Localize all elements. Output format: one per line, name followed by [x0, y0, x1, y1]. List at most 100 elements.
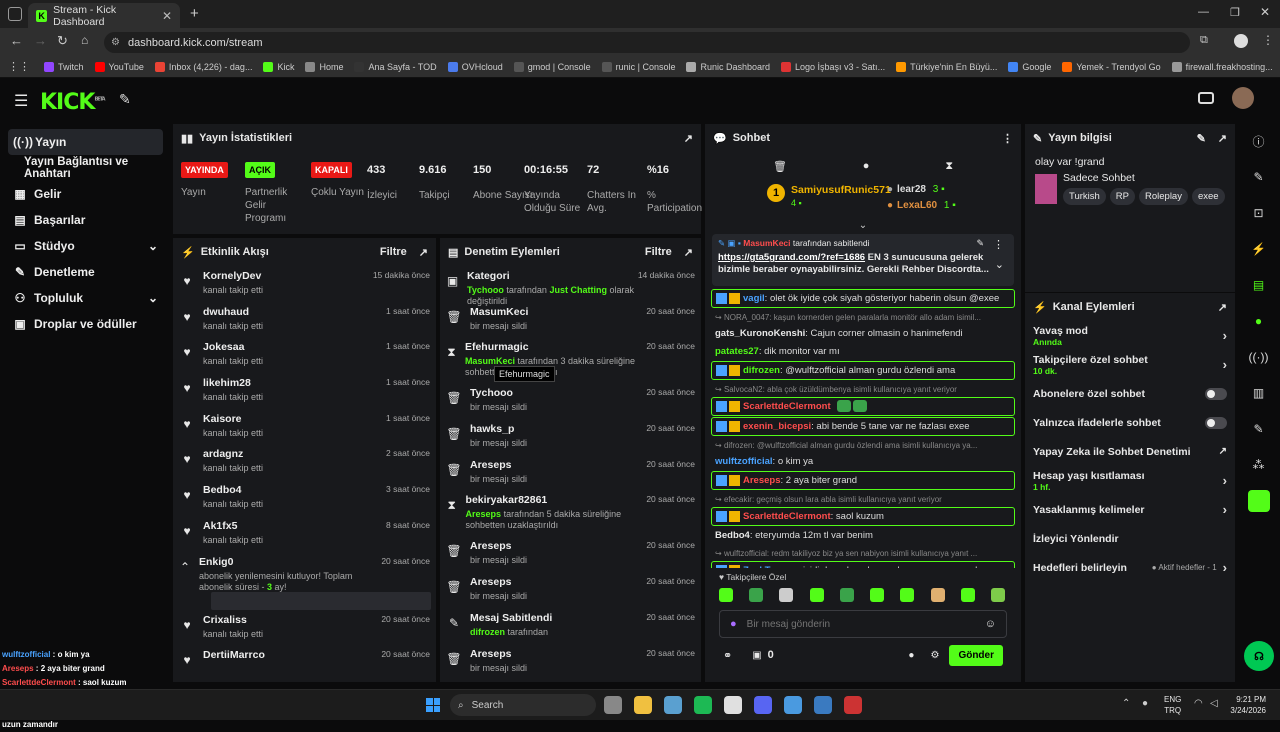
- emote-icon[interactable]: [930, 588, 945, 602]
- tag-chip[interactable]: Roleplay: [1139, 188, 1188, 205]
- chat-message[interactable]: wulftzofficial: o kim ya: [711, 453, 1015, 470]
- channel-action-item[interactable]: İzleyici Yönlendir: [1025, 524, 1235, 553]
- emote-icon[interactable]: [809, 588, 824, 602]
- chat-message[interactable]: ZackTysonn: iyidir ben de nolsun yoksun …: [711, 561, 1015, 568]
- bookmark-item[interactable]: Logo İşbaşı v3 - Satı...: [781, 61, 885, 72]
- dots-icon[interactable]: ⁂: [1237, 447, 1280, 483]
- chat-message[interactable]: ScarlettdeClermont: [711, 397, 1015, 416]
- channel-action-item[interactable]: Yasaklanmış kelimeler ›: [1025, 495, 1235, 524]
- bookmark-item[interactable]: Kick: [263, 61, 294, 72]
- chat-message-input[interactable]: [746, 618, 985, 630]
- tray-chevron-icon[interactable]: ⌃: [1122, 698, 1130, 709]
- bookmark-item[interactable]: firewall.freakhosting...: [1171, 61, 1273, 72]
- document-icon[interactable]: ▤: [1237, 267, 1280, 303]
- list-item[interactable]: 🗑 Areseps bir mesajı sildi 20 saat önce: [446, 455, 695, 491]
- points-icon[interactable]: ⚭: [723, 649, 732, 662]
- chat-settings-bubble-icon[interactable]: ●: [908, 650, 914, 661]
- channel-action-item[interactable]: Yapay Zeka ile Sohbet Denetimi ↗: [1025, 437, 1235, 466]
- chest-icon[interactable]: ▣: [752, 650, 761, 661]
- bookmark-item[interactable]: Türkiye'nin En Büyü...: [896, 61, 997, 72]
- hourglass-icon[interactable]: ⧗: [945, 160, 953, 173]
- list-item[interactable]: ♥ Jokesaa kanalı takip etti 1 saat önce: [179, 337, 430, 373]
- green-app-icon[interactable]: [1237, 483, 1280, 519]
- list-item[interactable]: ✎ Mesaj Sabitlendi difrozen tarafından 20 s…: [446, 608, 695, 644]
- pinned-message[interactable]: ✎ ▣ ▪ MasumKeci tarafından sabitlendi ✎ ⋮ ⌄…: [712, 234, 1014, 286]
- wrench-icon[interactable]: ✎: [1237, 411, 1280, 447]
- restore-icon[interactable]: ❐: [1230, 6, 1240, 19]
- list-item[interactable]: 🗑 Areseps bir mesajı sildi 20 saat önce: [446, 536, 695, 572]
- emote-icon[interactable]: [990, 588, 1005, 602]
- browser-menu-icon[interactable]: ⋮: [1262, 33, 1274, 47]
- list-item[interactable]: ⌃ Enkig0 abonelik yenilemesini kutluyor! T…: [179, 552, 431, 610]
- spotify-icon[interactable]: [694, 696, 712, 714]
- language-indicator[interactable]: ENG TRQ: [1164, 694, 1181, 716]
- chat-message[interactable]: difrozen: @wulftzofficial alman gurdu öz…: [711, 361, 1015, 380]
- chat-menu-icon[interactable]: ⋮: [1002, 132, 1013, 145]
- bookmark-item[interactable]: runic | Console: [601, 61, 675, 72]
- tab-search-icon[interactable]: [8, 7, 22, 21]
- bookmark-item[interactable]: Runic Dashboard: [686, 61, 770, 72]
- chat-message[interactable]: patates27: dik monitor var mı: [711, 343, 1015, 360]
- emote-icon[interactable]: [870, 588, 885, 602]
- home-icon[interactable]: ⌂: [81, 33, 88, 47]
- info-icon[interactable]: ⓘ: [1237, 123, 1280, 159]
- mic-tray-icon[interactable]: ●: [1142, 698, 1148, 709]
- steam-icon[interactable]: [664, 696, 682, 714]
- taskbar-search[interactable]: ⌕ Search: [450, 694, 596, 716]
- channel-action-item[interactable]: Yavaş mod Anında ›: [1025, 321, 1235, 350]
- app-icon[interactable]: [844, 696, 862, 714]
- app-icon[interactable]: [814, 696, 832, 714]
- new-tab-icon[interactable]: +: [190, 5, 199, 22]
- chat-input[interactable]: ● ☺: [719, 610, 1007, 638]
- apps-grid-icon[interactable]: ⋮⋮: [8, 60, 30, 73]
- profile-icon[interactable]: [1234, 34, 1248, 48]
- top-gifter-1[interactable]: 1 SamiyusufRunic571 4 ▪: [767, 184, 891, 209]
- nav-item-basarilar[interactable]: ▤ Başarılar: [0, 207, 170, 233]
- collapse-icon[interactable]: ⌄: [705, 220, 1021, 232]
- bookmark-item[interactable]: YouTube: [94, 61, 144, 72]
- list-item[interactable]: ♥ likehim28 kanalı takip etti 1 saat önce: [179, 373, 430, 409]
- emote-icon[interactable]: [900, 588, 915, 602]
- back-icon[interactable]: ←: [10, 33, 23, 48]
- list-item[interactable]: 🗑 MasumKeci bir mesajı sildi 20 saat önce: [446, 302, 695, 338]
- expand-icon[interactable]: ↗: [684, 132, 693, 145]
- expand-icon[interactable]: ↗: [684, 246, 693, 259]
- tab-close-icon[interactable]: ✕: [162, 9, 172, 23]
- minimize-icon[interactable]: —: [1198, 6, 1209, 18]
- channel-action-item[interactable]: Yalnızca ifadelerle sohbet: [1025, 408, 1235, 437]
- window-close-icon[interactable]: ✕: [1260, 5, 1270, 19]
- bookmark-item[interactable]: Google: [1008, 61, 1051, 72]
- url-field[interactable]: dashboard.kick.com/stream: [104, 32, 1190, 53]
- list-item[interactable]: ♥ KornelyDev kanalı takip etti 15 dakika ön…: [179, 266, 430, 302]
- expand-icon[interactable]: ↗: [1218, 301, 1227, 314]
- list-item[interactable]: ⧗ bekiryakar82861 Areseps tarafından 5 dak…: [446, 490, 695, 536]
- expand-icon[interactable]: ↗: [1218, 132, 1227, 145]
- toggle-switch[interactable]: [1205, 416, 1227, 429]
- support-headset-icon[interactable]: ☊: [1244, 641, 1274, 671]
- file-explorer-icon[interactable]: [634, 696, 652, 714]
- g-app-icon[interactable]: [784, 696, 802, 714]
- modlog-filter-button[interactable]: Filtre: [645, 246, 672, 258]
- bookmark-item[interactable]: Inbox (4,226) - dag...: [154, 61, 252, 72]
- list-item[interactable]: ♥ dwuhaud kanalı takip etti 1 saat önce: [179, 302, 430, 338]
- chat-settings-gear-icon[interactable]: ⚙: [930, 650, 939, 661]
- chat-tool-icon[interactable]: ●: [1237, 303, 1280, 339]
- list-item[interactable]: ▣ Kategori Tychooo tarafından Just Chattin…: [446, 266, 695, 306]
- list-item[interactable]: ♥ Bedbo4 kanalı takip etti 3 saat önce: [179, 480, 430, 516]
- edit-pencil-icon[interactable]: ✎: [1237, 159, 1280, 195]
- dashboard-view-icon[interactable]: [1198, 92, 1214, 104]
- windows-start-icon[interactable]: [426, 698, 440, 712]
- chat-message[interactable]: Areseps: 2 aya biter grand: [711, 471, 1015, 490]
- emote-icon[interactable]: [749, 588, 764, 602]
- broadcast-tool-icon[interactable]: ((·)): [1237, 339, 1280, 375]
- emote-icon[interactable]: [839, 588, 854, 602]
- screen-capture-icon[interactable]: ⊡: [1237, 195, 1280, 231]
- list-item[interactable]: 🗑 hawks_p bir mesajı sildi 20 saat önce: [446, 419, 695, 455]
- volume-icon[interactable]: ◁: [1210, 698, 1218, 709]
- tag-chip[interactable]: Turkish: [1063, 188, 1106, 205]
- bookmark-item[interactable]: Home: [305, 61, 343, 72]
- extensions-icon[interactable]: ⧉: [1200, 34, 1208, 47]
- emote-icon[interactable]: [960, 588, 975, 602]
- bookmark-item[interactable]: Ana Sayfa - TOD: [354, 61, 437, 72]
- nav-item-studyo[interactable]: ▭ Stüdyo ⌄: [0, 233, 170, 259]
